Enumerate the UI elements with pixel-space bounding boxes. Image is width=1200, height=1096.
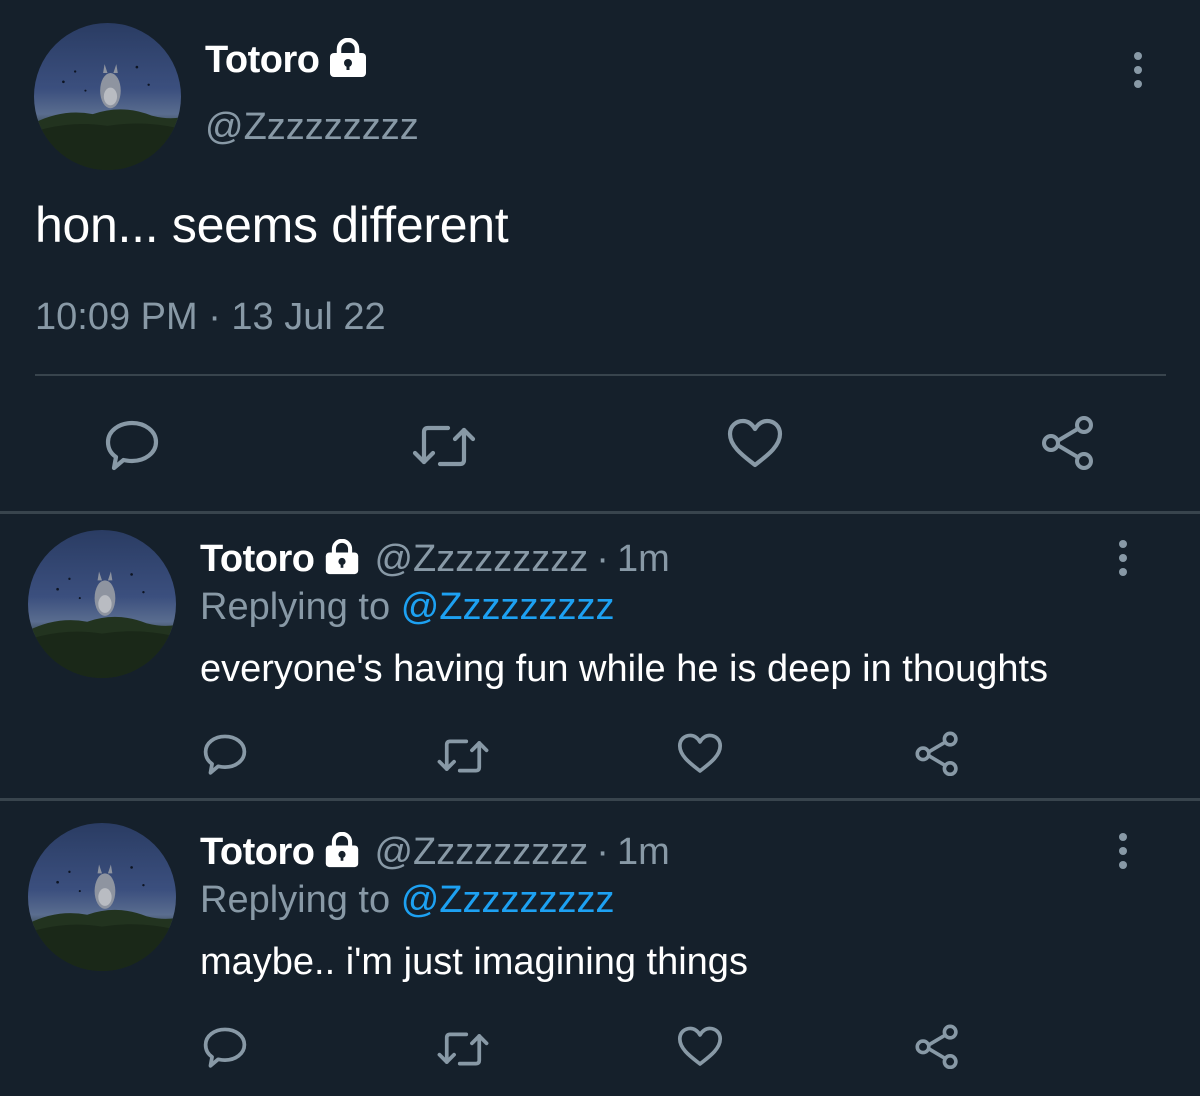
retweet-icon[interactable]: [437, 1029, 489, 1069]
more-icon[interactable]: [1119, 540, 1127, 576]
reply-tweet[interactable]: Totoro @Zzzzzzzzz · 1m Replying to @Zzzz…: [0, 801, 1200, 1096]
reply-time[interactable]: 1m: [617, 831, 670, 874]
replying-mention[interactable]: @Zzzzzzzzz: [401, 586, 615, 628]
main-tweet: Totoro @Zzzzzzzzz hon... seems different…: [0, 0, 1200, 512]
author-row: Totoro: [205, 37, 369, 83]
replying-mention[interactable]: @Zzzzzzzzz: [401, 879, 615, 921]
reply-text: maybe.. i'm just imagining things: [200, 941, 748, 983]
avatar-image: [28, 571, 176, 678]
author-handle[interactable]: @Zzzzzzzzz: [374, 831, 588, 874]
replying-to: Replying to @Zzzzzzzzz: [200, 586, 614, 629]
reply-header: Totoro @Zzzzzzzzz · 1m: [200, 538, 670, 581]
retweet-icon[interactable]: [412, 422, 476, 470]
share-icon[interactable]: [1040, 414, 1096, 470]
avatar[interactable]: [28, 823, 176, 971]
replying-prefix: Replying to: [200, 586, 391, 628]
replying-prefix: Replying to: [200, 879, 391, 921]
avatar-image: [34, 64, 181, 170]
reply-icon[interactable]: [203, 734, 247, 776]
tweet-text: hon... seems different: [35, 197, 509, 253]
retweet-icon[interactable]: [437, 736, 489, 776]
like-icon[interactable]: [677, 733, 723, 775]
more-icon[interactable]: [1119, 833, 1127, 869]
reply-icon[interactable]: [203, 1027, 247, 1069]
reply-time[interactable]: 1m: [617, 538, 670, 581]
avatar[interactable]: [28, 530, 176, 678]
separator-dot: ·: [596, 831, 609, 873]
author-name[interactable]: Totoro: [200, 538, 315, 581]
tweet-thread: Totoro @Zzzzzzzzz hon... seems different…: [0, 0, 1200, 1096]
avatar-image: [28, 864, 176, 971]
share-icon[interactable]: [914, 1023, 960, 1069]
reply-tweet[interactable]: Totoro @Zzzzzzzzz · 1m Replying to @Zzzz…: [0, 514, 1200, 798]
lock-icon: [322, 538, 362, 580]
author-handle[interactable]: @Zzzzzzzzz: [205, 106, 419, 149]
reply-text: everyone's having fun while he is deep i…: [200, 648, 1049, 690]
reply-icon[interactable]: [105, 420, 159, 472]
more-icon[interactable]: [1134, 52, 1142, 88]
replying-to: Replying to @Zzzzzzzzz: [200, 879, 614, 922]
divider: [35, 374, 1166, 376]
reply-header: Totoro @Zzzzzzzzz · 1m: [200, 831, 670, 874]
share-icon[interactable]: [914, 730, 960, 776]
like-icon[interactable]: [727, 418, 783, 470]
like-icon[interactable]: [677, 1026, 723, 1068]
tweet-timestamp[interactable]: 10:09 PM · 13 Jul 22: [35, 296, 386, 339]
avatar[interactable]: [34, 23, 181, 170]
author-name[interactable]: Totoro: [200, 831, 315, 874]
author-name[interactable]: Totoro: [205, 39, 320, 82]
lock-icon: [327, 37, 369, 83]
separator-dot: ·: [596, 538, 609, 580]
author-handle[interactable]: @Zzzzzzzzz: [374, 538, 588, 581]
lock-icon: [322, 831, 362, 873]
